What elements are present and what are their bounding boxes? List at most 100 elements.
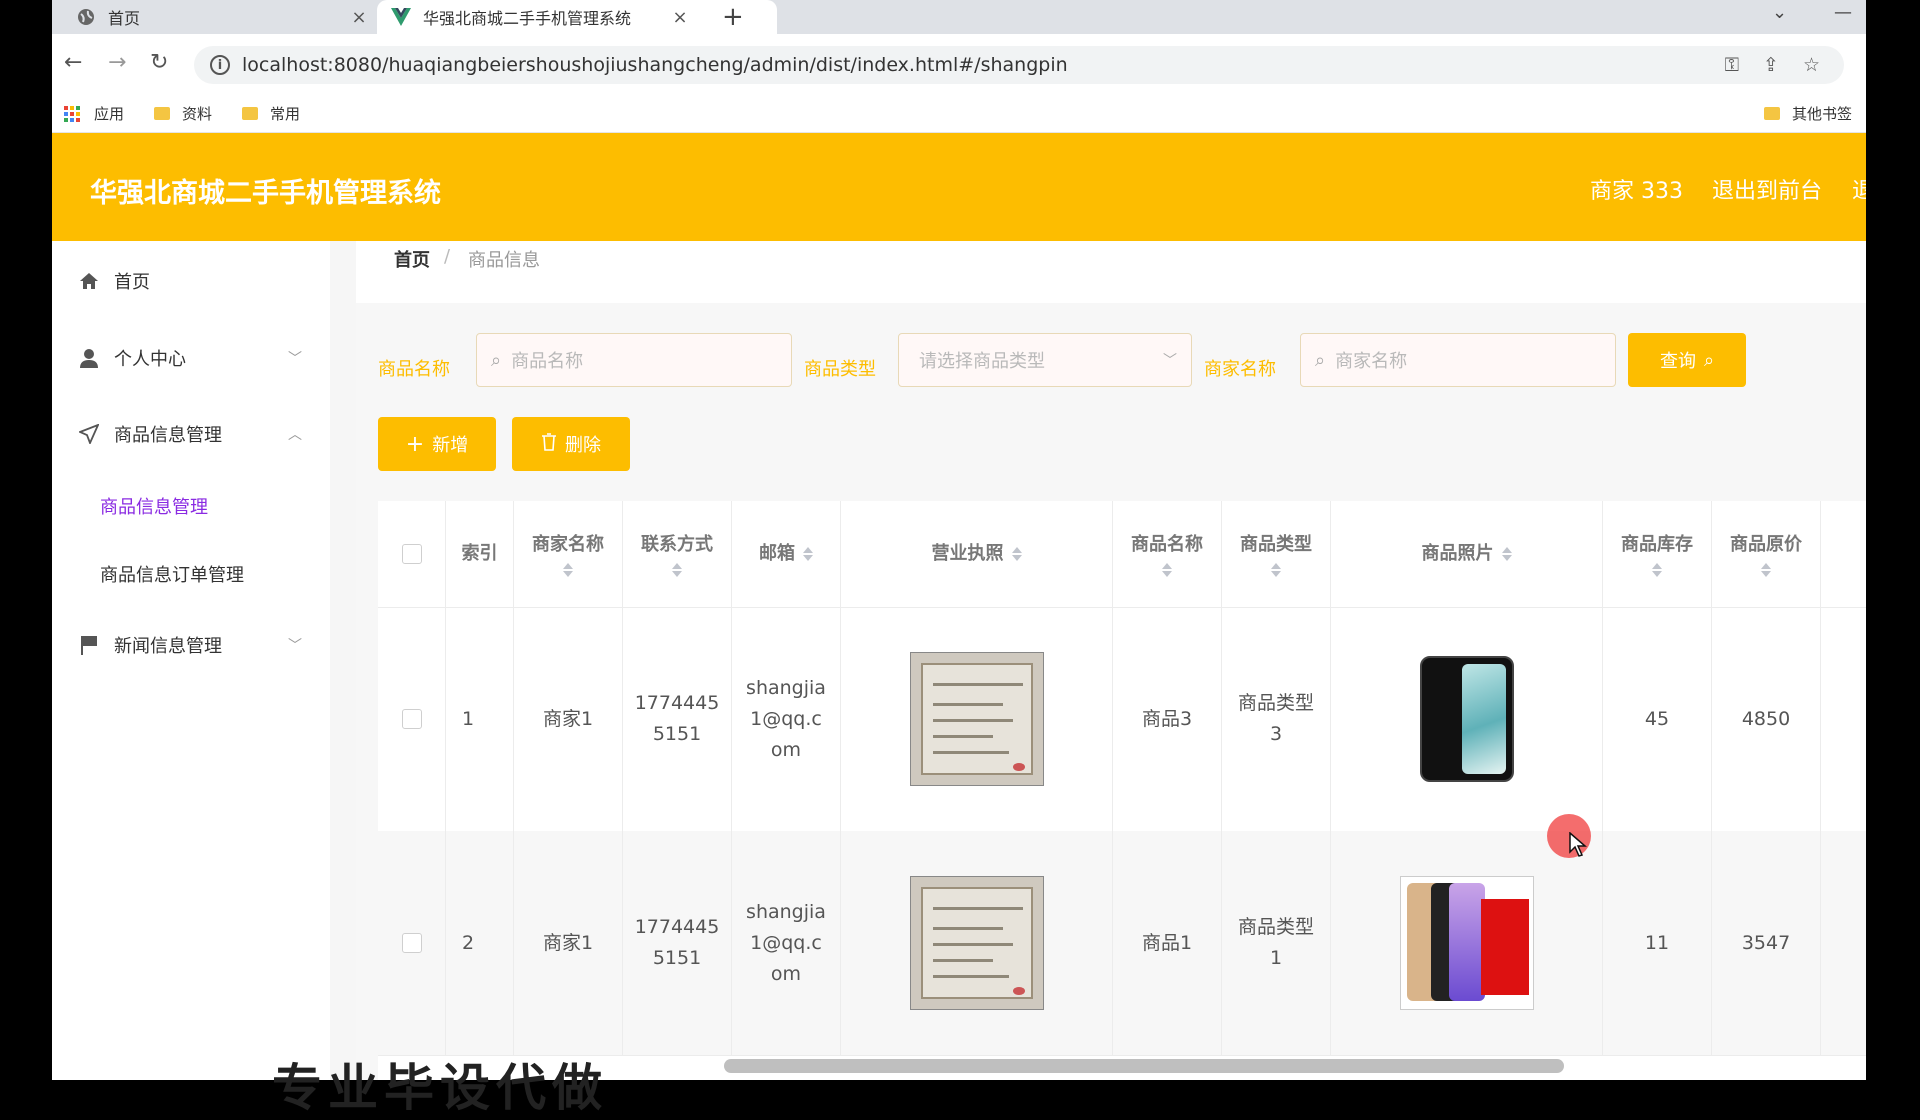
- header-label: 商品库存: [1621, 534, 1693, 555]
- business-license-image[interactable]: [909, 652, 1044, 786]
- row-select[interactable]: [378, 831, 446, 1055]
- app-title: 华强北商城二手手机管理系统: [90, 178, 441, 209]
- sort-icon[interactable]: [1501, 547, 1512, 561]
- header-goods-name[interactable]: 商品名称: [1113, 501, 1222, 607]
- sidebar-item-home[interactable]: 首页: [52, 261, 330, 301]
- checkbox[interactable]: [401, 709, 422, 729]
- chevron-up-icon: ︿: [288, 427, 302, 443]
- omnibox[interactable]: i localhost:8080/huaqiangbeiershoushojiu…: [194, 46, 1844, 84]
- close-tab-icon[interactable]: ×: [667, 7, 693, 28]
- site-info-icon[interactable]: i: [210, 55, 230, 75]
- bookmark-other[interactable]: 其他书签: [1764, 103, 1852, 124]
- header-goods-photo[interactable]: 商品照片: [1331, 501, 1603, 607]
- table-row[interactable]: 1 商家1 1774445 5151 shangjia 1@qq.c om 商品…: [378, 607, 1866, 832]
- row-select[interactable]: [378, 607, 446, 831]
- sidebar-item-label: 新闻信息管理: [114, 636, 222, 657]
- bookmark-folder-1[interactable]: 资料: [154, 103, 212, 124]
- search-icon: ⌕: [1703, 349, 1715, 371]
- header-index: 索引: [446, 501, 514, 607]
- merchant-name-input[interactable]: ⌕ 商家名称: [1300, 333, 1616, 387]
- sidebar-item-profile[interactable]: 个人中心 ﹀: [52, 338, 330, 378]
- bookmark-folder-2[interactable]: 常用: [242, 103, 300, 124]
- add-button[interactable]: + 新增: [378, 417, 496, 471]
- tab-active[interactable]: 华强北商城二手手机管理系统 ×: [377, 0, 777, 34]
- cell-index: 2: [446, 831, 514, 1055]
- sort-icon[interactable]: [1271, 563, 1281, 577]
- bookmark-label: 资料: [182, 105, 213, 123]
- header-merchant[interactable]: 商家名称: [514, 501, 623, 607]
- new-tab-button[interactable]: +: [722, 2, 744, 32]
- delete-button[interactable]: 删除: [512, 417, 630, 471]
- cell-goods-name: 商品1: [1113, 831, 1222, 1055]
- goods-type-select[interactable]: 请选择商品类型 ﹀: [898, 333, 1192, 387]
- sort-icon[interactable]: [1011, 547, 1022, 561]
- header-goods-type[interactable]: 商品类型: [1222, 501, 1331, 607]
- breadcrumb: 首页 / 商品信息: [356, 241, 1866, 303]
- video-caption: 专业毕设代做: [272, 1059, 608, 1117]
- exit-to-front-link[interactable]: 退出到前台: [1712, 173, 1822, 205]
- table-row[interactable]: 2 商家1 1774445 5151 shangjia 1@qq.c om 商品…: [378, 831, 1866, 1056]
- sidebar-item-goods[interactable]: 商品信息管理 ︿: [52, 414, 330, 454]
- submenu-goods-info[interactable]: 商品信息管理: [100, 493, 208, 519]
- breadcrumb-home[interactable]: 首页: [394, 246, 430, 272]
- home-icon: [78, 272, 100, 290]
- header-label: 商品类型: [1240, 534, 1312, 555]
- header-stock[interactable]: 商品库存: [1603, 501, 1712, 607]
- cell-phone: 1774445 5151: [623, 831, 732, 1055]
- query-button-label: 查询: [1659, 351, 1696, 372]
- submenu-goods-orders[interactable]: 商品信息订单管理: [100, 561, 244, 587]
- checkbox[interactable]: [401, 544, 422, 564]
- sort-icon[interactable]: [563, 563, 573, 577]
- bookmark-label: 常用: [270, 105, 301, 123]
- close-tab-icon[interactable]: ×: [346, 7, 372, 28]
- business-license-image[interactable]: [909, 876, 1044, 1010]
- header-select-all[interactable]: [378, 501, 446, 607]
- goods-name-input[interactable]: ⌕ 商品名称: [476, 333, 792, 387]
- cell-goods-photo: [1331, 831, 1603, 1055]
- header-label: 邮箱: [759, 543, 795, 564]
- phone-photo-image[interactable]: [1399, 876, 1534, 1010]
- minimize-icon[interactable]: —: [1834, 2, 1852, 23]
- tab-search-chevron-icon[interactable]: ⌄: [1772, 2, 1787, 23]
- horizontal-scrollbar[interactable]: [724, 1059, 1564, 1073]
- reload-icon[interactable]: ↻: [150, 50, 168, 75]
- phone-photo-image[interactable]: [1419, 656, 1514, 782]
- cell-goods-photo: [1331, 607, 1603, 831]
- mouse-cursor-indicator: [1547, 814, 1591, 858]
- search-icon: ⌕: [491, 349, 502, 371]
- main-content: 首页 / 商品信息 商品名称 ⌕ 商品名称 商品类型 请选择商品类型 ﹀ 商家名…: [356, 241, 1866, 1080]
- search-icon: ⌕: [1315, 349, 1326, 371]
- sidebar-item-news[interactable]: 新闻信息管理 ﹀: [52, 625, 330, 665]
- folder-icon: [242, 107, 258, 120]
- header-price[interactable]: 商品原价: [1712, 501, 1821, 607]
- folder-icon: [1764, 107, 1780, 120]
- key-icon[interactable]: ⚿: [1725, 54, 1739, 76]
- forward-arrow-icon[interactable]: →: [108, 50, 126, 75]
- cell-email: shangjia 1@qq.c om: [732, 831, 841, 1055]
- cell-goods-name: 商品3: [1113, 607, 1222, 831]
- merchant-name-placeholder: 商家名称: [1335, 351, 1408, 372]
- logout-link[interactable]: 退: [1852, 173, 1866, 205]
- back-arrow-icon[interactable]: ←: [64, 50, 82, 75]
- header-email[interactable]: 邮箱: [732, 501, 841, 607]
- sort-icon[interactable]: [1652, 563, 1662, 577]
- checkbox[interactable]: [401, 933, 422, 953]
- sort-icon[interactable]: [1162, 563, 1172, 577]
- header-label: 营业执照: [931, 543, 1004, 564]
- bookmark-apps[interactable]: 应用: [64, 103, 124, 124]
- header-license[interactable]: 营业执照: [841, 501, 1113, 607]
- bookmark-label: 应用: [94, 105, 125, 123]
- sort-icon[interactable]: [1761, 563, 1771, 577]
- cell-license: [841, 607, 1113, 831]
- folder-icon: [154, 107, 170, 120]
- url-text[interactable]: localhost:8080/huaqiangbeiershoushojiush…: [242, 54, 1725, 76]
- cell-price: 3547: [1712, 831, 1821, 1055]
- share-icon[interactable]: ⇪: [1763, 54, 1779, 76]
- star-icon[interactable]: ☆: [1803, 54, 1820, 76]
- globe-icon: [76, 7, 96, 27]
- header-phone[interactable]: 联系方式: [623, 501, 732, 607]
- sort-icon[interactable]: [672, 563, 682, 577]
- query-button[interactable]: 查询 ⌕: [1628, 333, 1746, 387]
- sort-icon[interactable]: [803, 547, 813, 561]
- header-label: 商品原价: [1730, 534, 1802, 555]
